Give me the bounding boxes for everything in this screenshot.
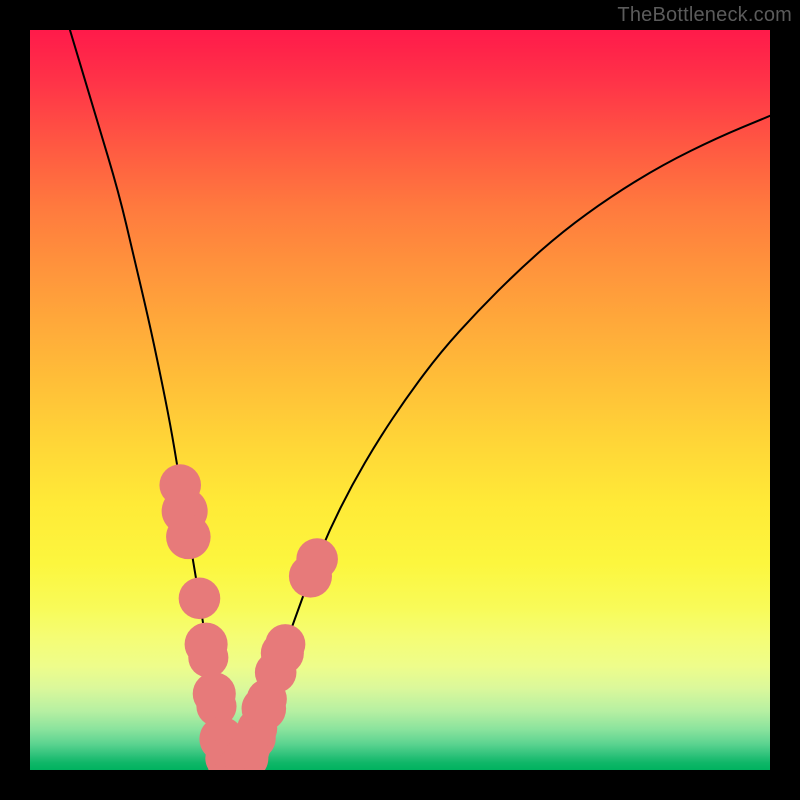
data-marker	[179, 578, 221, 620]
plot-area	[30, 30, 770, 770]
data-marker	[188, 637, 228, 677]
chart-frame: TheBottleneck.com	[0, 0, 800, 800]
data-marker	[166, 515, 211, 560]
data-marker	[296, 538, 338, 580]
watermark-text: TheBottleneck.com	[617, 4, 792, 27]
bottleneck-curve	[52, 30, 770, 769]
data-marker	[265, 624, 305, 664]
marker-group	[159, 464, 338, 770]
curve-layer	[30, 30, 770, 770]
